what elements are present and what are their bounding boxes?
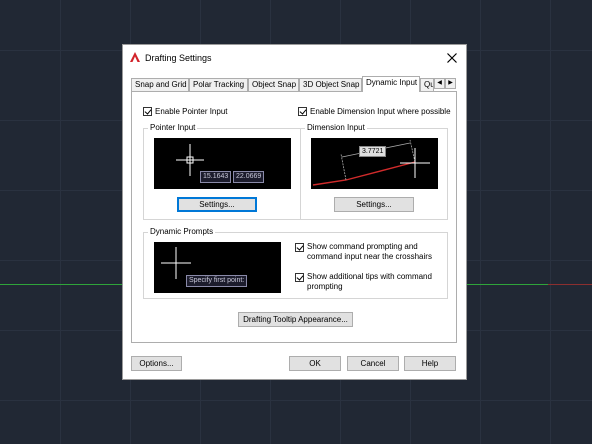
- pointer-x-coordinate: 15.1643: [200, 171, 232, 183]
- autocad-logo-icon: [130, 52, 140, 62]
- dynamic-prompt-preview-text: Specify first point:: [186, 275, 248, 287]
- tab-quick-properties[interactable]: Quic: [420, 78, 434, 91]
- checkbox-checked-icon: [298, 107, 307, 116]
- checkbox-checked-icon: [295, 243, 304, 252]
- dynamic-prompts-preview: Specify first point:: [154, 242, 281, 293]
- pointer-input-preview: 15.1643 22.0669: [154, 138, 291, 189]
- tab-strip: Snap and Grid Polar Tracking Object Snap…: [131, 76, 457, 92]
- dimension-value-box: 3.7721: [359, 146, 387, 157]
- tab-polar-tracking[interactable]: Polar Tracking: [189, 78, 248, 91]
- pointer-input-group-label: Pointer Input: [148, 123, 198, 132]
- drafting-settings-dialog: Drafting Settings Snap and Grid Polar Tr…: [122, 44, 467, 380]
- pointer-y-coordinate: 22.0669: [233, 171, 265, 183]
- dimension-input-group-label: Dimension Input: [305, 123, 367, 132]
- enable-dimension-input-checkbox[interactable]: Enable Dimension Input where possible: [298, 107, 451, 116]
- cancel-button[interactable]: Cancel: [347, 356, 399, 371]
- drafting-tooltip-appearance-button[interactable]: Drafting Tooltip Appearance...: [238, 312, 353, 327]
- dynamic-input-panel: Enable Pointer Input Pointer Input 15.16…: [131, 91, 457, 343]
- tab-object-snap[interactable]: Object Snap: [248, 78, 299, 91]
- show-additional-tips-checkbox[interactable]: Show additional tips with command prompt…: [295, 272, 445, 292]
- enable-pointer-input-checkbox[interactable]: Enable Pointer Input: [143, 107, 228, 116]
- dynamic-prompts-group-label: Dynamic Prompts: [148, 227, 216, 236]
- show-additional-tips-label: Show additional tips with command prompt…: [307, 272, 432, 291]
- tab-scroll-left-icon[interactable]: ◀: [434, 78, 445, 89]
- options-button[interactable]: Options...: [131, 356, 182, 371]
- dimension-input-preview: 3.7721: [311, 138, 438, 189]
- show-command-prompting-label: Show command prompting and command input…: [307, 242, 432, 261]
- checkbox-checked-icon: [143, 107, 152, 116]
- enable-pointer-input-label: Enable Pointer Input: [155, 107, 228, 116]
- enable-dimension-input-label: Enable Dimension Input where possible: [310, 107, 451, 116]
- tab-snap-and-grid[interactable]: Snap and Grid: [131, 78, 189, 91]
- tab-dynamic-input[interactable]: Dynamic Input: [362, 76, 420, 92]
- x-axis-line: [548, 284, 592, 285]
- dynamic-prompts-group: Dynamic Prompts Specify first point: Sho…: [143, 227, 448, 299]
- checkbox-checked-icon: [295, 273, 304, 282]
- tab-3d-object-snap[interactable]: 3D Object Snap: [299, 78, 362, 91]
- tab-scroll-right-icon[interactable]: ▶: [445, 78, 456, 89]
- show-command-prompting-checkbox[interactable]: Show command prompting and command input…: [295, 242, 445, 262]
- ok-button[interactable]: OK: [289, 356, 341, 371]
- dimension-settings-button[interactable]: Settings...: [334, 197, 414, 212]
- dimension-input-group: Dimension Input 3.7721 Settings...: [300, 123, 448, 220]
- close-icon[interactable]: [444, 50, 460, 66]
- dialog-title: Drafting Settings: [145, 53, 212, 63]
- pointer-input-group: Pointer Input 15.1643 22.0669 Settings..…: [143, 123, 301, 220]
- title-bar: Drafting Settings: [123, 45, 466, 71]
- help-button[interactable]: Help: [404, 356, 456, 371]
- pointer-settings-button[interactable]: Settings...: [177, 197, 257, 212]
